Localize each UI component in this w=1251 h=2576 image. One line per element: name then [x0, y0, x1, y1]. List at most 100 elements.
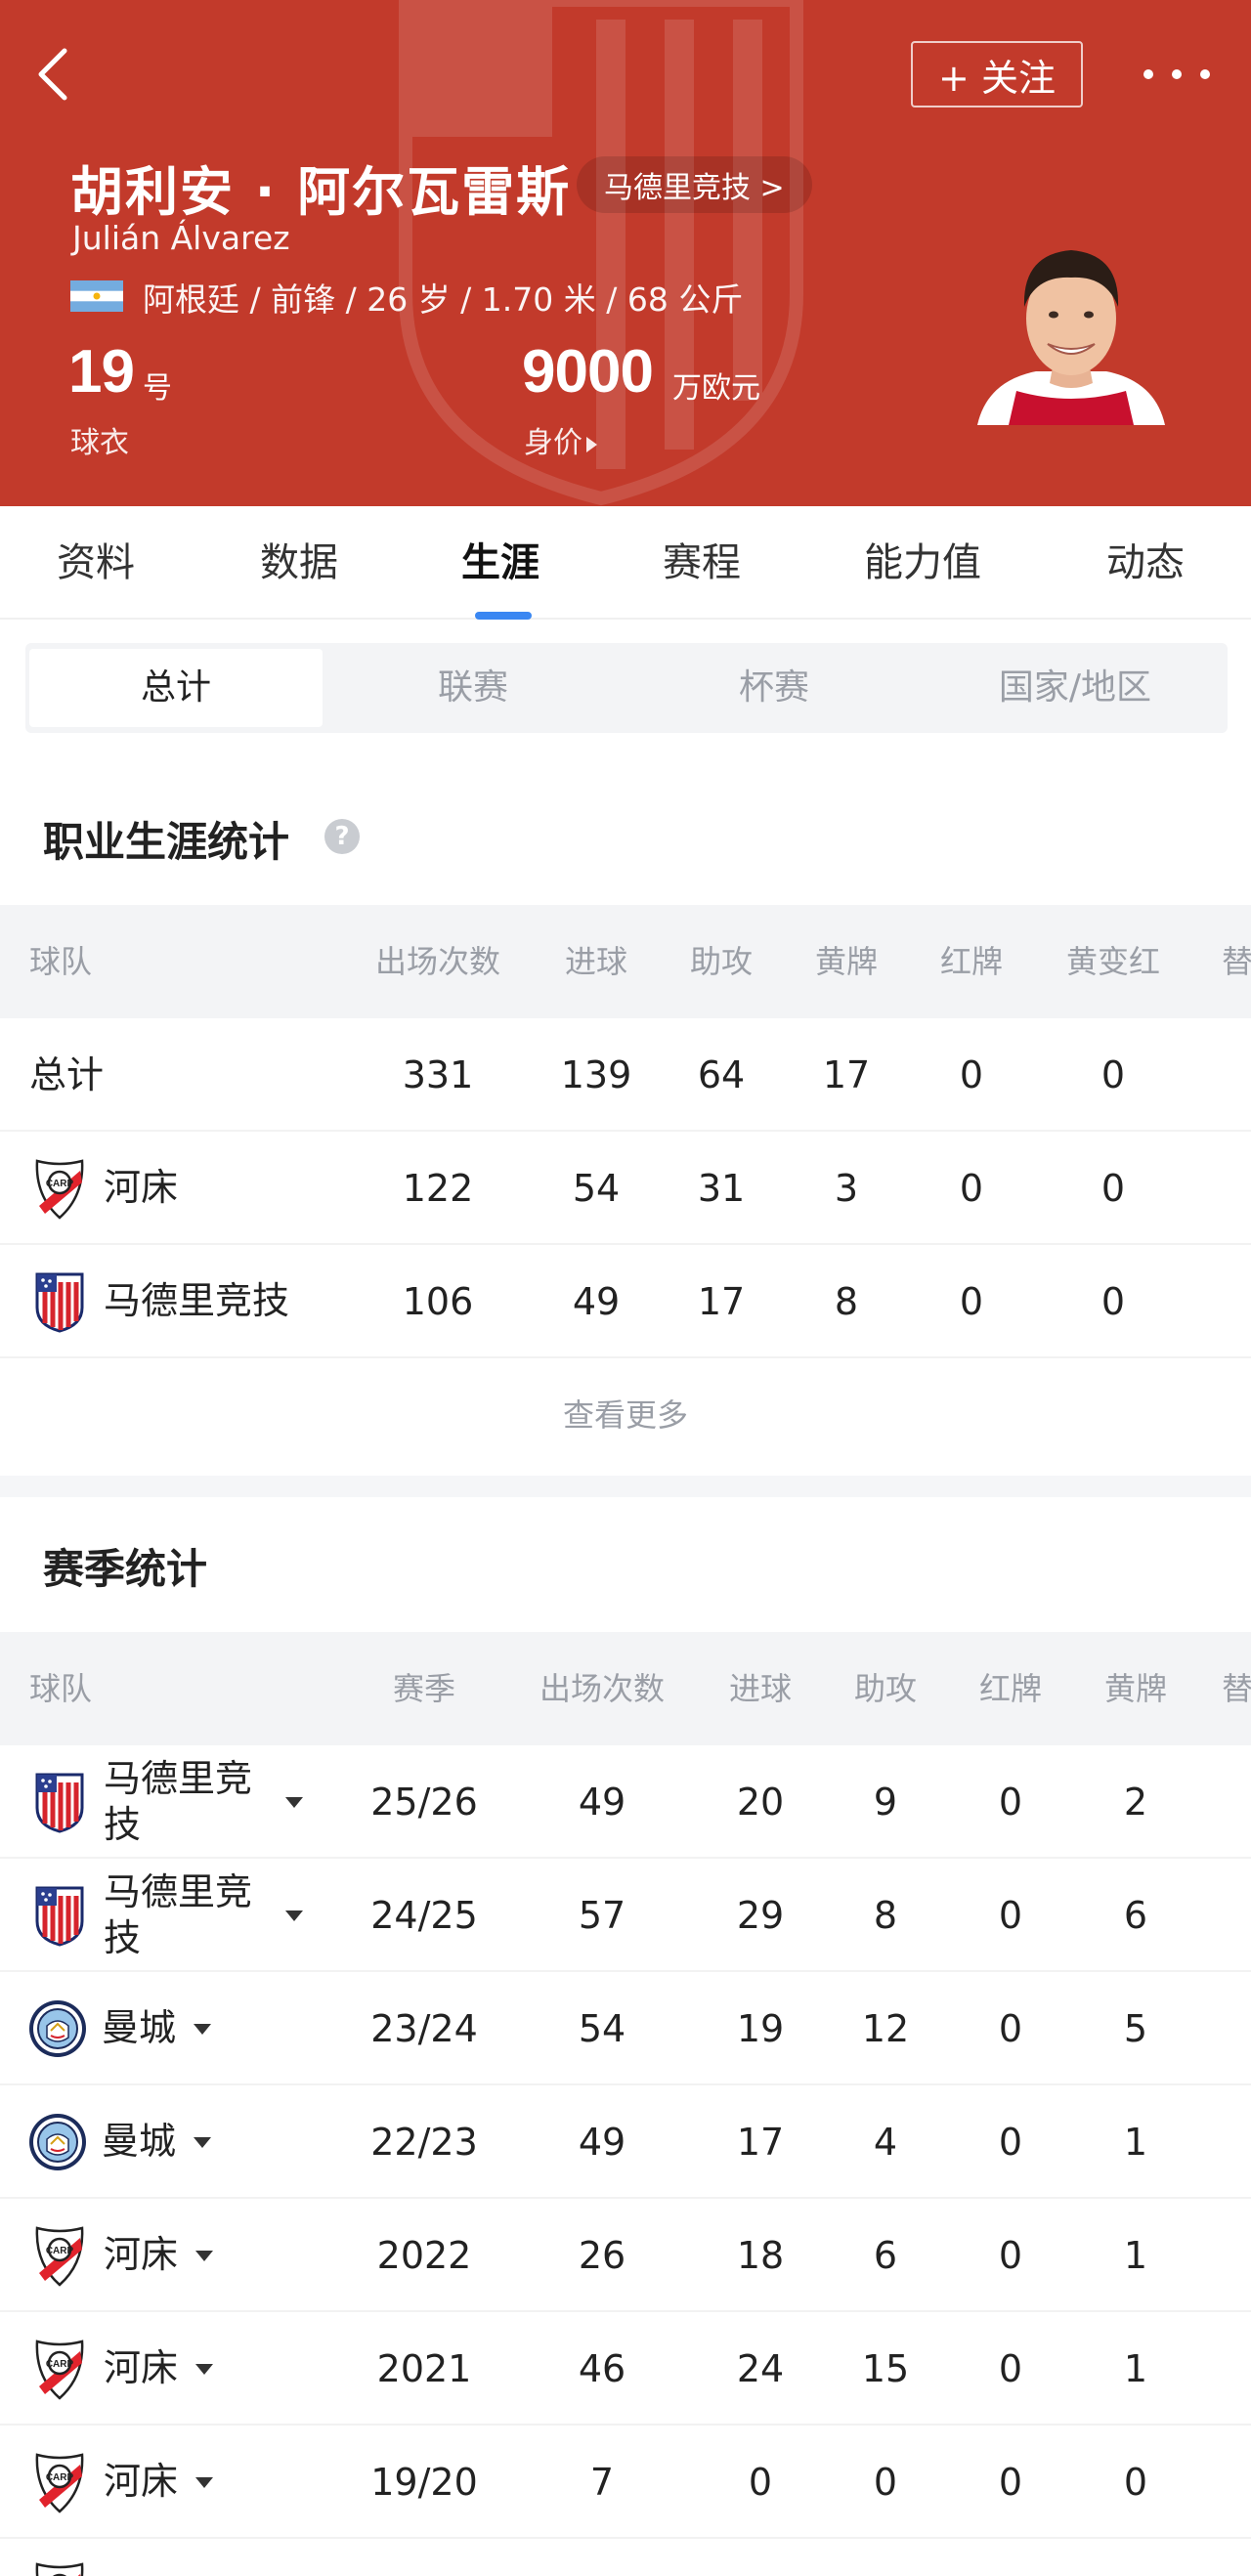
column-header: 红牌 — [978, 1670, 1042, 1707]
river-plate-badge-icon — [33, 1157, 86, 1220]
second-yellow-value: 0 — [1100, 1053, 1126, 1096]
subtab-total[interactable]: 总计 — [29, 649, 323, 727]
team-name: 总计 — [29, 1053, 105, 1096]
table-row[interactable]: 曼城 22/23 49 17 4 0 1 — [0, 2085, 1251, 2199]
yellow-cards-value: 17 — [822, 1053, 871, 1096]
career-stats-title: 职业生涯统计 — [43, 818, 290, 866]
season-value: 2021 — [376, 2347, 472, 2390]
caret-down-icon[interactable] — [285, 1910, 303, 1921]
see-more-link[interactable]: 查看更多 — [0, 1364, 1251, 1466]
table-row[interactable]: 河床 2021 46 24 15 0 1 — [0, 2312, 1251, 2426]
column-header: 红牌 — [939, 943, 1003, 980]
team-cell: 河床 — [33, 2312, 214, 2426]
subtab-cup[interactable]: 杯赛 — [627, 649, 921, 727]
red-cards-value: 0 — [998, 1781, 1023, 1824]
team-name: 曼城 — [102, 2120, 177, 2164]
caret-down-icon[interactable] — [194, 2023, 212, 2035]
column-header: 赛季 — [392, 1670, 455, 1707]
follow-button[interactable]: + 关注 — [911, 41, 1083, 107]
caret-right-icon — [586, 436, 597, 452]
yellow-cards-value: 5 — [1123, 2007, 1148, 2050]
table-row[interactable]: 河床 122 54 31 3 0 0 — [0, 1132, 1251, 1245]
column-header: 黄牌 — [814, 943, 878, 980]
red-cards-value: 0 — [998, 2234, 1023, 2277]
appearances-value: 7 — [589, 2461, 615, 2504]
goals-value: 17 — [736, 2121, 785, 2164]
tab-ratings[interactable]: 能力值 — [864, 506, 981, 620]
column-header: 黄变红 — [1065, 943, 1160, 980]
goals-value: 54 — [572, 1167, 621, 1210]
dot-icon — [1143, 69, 1153, 79]
table-row[interactable]: 曼城 23/24 54 19 12 0 5 — [0, 1972, 1251, 2085]
subtab-league[interactable]: 联赛 — [326, 649, 620, 727]
appearances-value: 122 — [402, 1167, 474, 1210]
table-row[interactable]: 河床 19/20 7 0 0 0 0 — [0, 2426, 1251, 2539]
club-link-chip[interactable]: 马德里竞技 > — [577, 156, 812, 213]
player-avatar — [977, 250, 1165, 425]
river-plate-badge-icon — [33, 2224, 86, 2287]
appearances-value: 106 — [402, 1280, 474, 1323]
table-row[interactable]: 马德里竞技 24/25 57 29 8 0 6 — [0, 1859, 1251, 1972]
table-row[interactable]: 河床 2022 26 18 6 0 1 — [0, 2199, 1251, 2312]
assists-value: 6 — [873, 2234, 898, 2277]
club-link-label: 马德里竞技 > — [604, 171, 785, 205]
player-latin-name: Julián Álvarez — [72, 219, 290, 257]
caret-down-icon[interactable] — [285, 1796, 303, 1808]
yellow-cards-value: 3 — [834, 1167, 859, 1210]
subtab-national[interactable]: 国家/地区 — [927, 649, 1224, 727]
market-value-label: 身价 — [524, 426, 582, 460]
red-cards-value: 0 — [998, 2007, 1023, 2050]
table-row[interactable]: 马德里竞技 25/26 49 20 9 0 2 — [0, 1745, 1251, 1859]
caret-down-icon[interactable] — [195, 2476, 214, 2488]
column-header: 出场次数 — [374, 943, 500, 980]
red-cards-value: 0 — [959, 1167, 984, 1210]
red-cards-value: 0 — [998, 1894, 1023, 1937]
appearances-value: 57 — [578, 1894, 626, 1937]
yellow-cards-value: 1 — [1123, 2121, 1148, 2164]
tab-career[interactable]: 生涯 — [461, 506, 539, 620]
yellow-cards-value: 1 — [1123, 2347, 1148, 2390]
season-value: 25/26 — [370, 1781, 478, 1824]
appearances-value: 49 — [578, 2121, 626, 2164]
assists-value: 31 — [697, 1167, 746, 1210]
team-cell: 曼城 — [27, 2085, 212, 2199]
team-cell: 马德里竞技 — [33, 1745, 303, 1859]
red-cards-value: 0 — [998, 2347, 1023, 2390]
caret-down-icon[interactable] — [194, 2136, 212, 2148]
second-yellow-value: 0 — [1100, 1167, 1126, 1210]
club-crest-watermark — [399, 0, 803, 506]
red-cards-value: 0 — [998, 2461, 1023, 2504]
column-header: 助攻 — [689, 943, 753, 980]
goals-value: 29 — [736, 1894, 785, 1937]
tab-data[interactable]: 数据 — [260, 506, 338, 620]
more-options-button[interactable] — [1143, 55, 1210, 94]
tab-schedule[interactable]: 赛程 — [663, 506, 741, 620]
goals-value: 139 — [560, 1053, 632, 1096]
assists-value: 4 — [873, 2121, 898, 2164]
yellow-cards-value: 6 — [1123, 1894, 1148, 1937]
column-header: 进球 — [728, 1670, 792, 1707]
tab-profile[interactable]: 资料 — [57, 506, 135, 620]
active-tab-indicator — [475, 612, 532, 620]
season-value: 19/20 — [370, 2461, 478, 2504]
section-divider — [0, 1476, 1251, 1497]
column-header: 替 — [1222, 1670, 1251, 1707]
tab-news[interactable]: 动态 — [1106, 506, 1185, 620]
team-cell: 河床 — [33, 2199, 214, 2312]
column-header: 替 — [1222, 943, 1251, 980]
column-header: 球队 — [29, 943, 93, 980]
table-row[interactable]: 马德里竞技 106 49 17 8 0 0 — [0, 1245, 1251, 1358]
help-icon[interactable]: ? — [324, 819, 360, 854]
chevron-left-icon — [38, 48, 67, 101]
appearances-value: 49 — [578, 1781, 626, 1824]
back-button[interactable] — [27, 43, 78, 106]
caret-down-icon[interactable] — [195, 2250, 214, 2261]
assists-value: 8 — [873, 1894, 898, 1937]
main-tab-bar: 资料 数据 生涯 赛程 能力值 动态 — [0, 506, 1251, 620]
season-value: 23/24 — [370, 2007, 478, 2050]
team-cell: 马德里竞技 — [33, 1859, 303, 1972]
argentina-flag-icon — [70, 280, 123, 312]
column-header: 助攻 — [853, 1670, 917, 1707]
caret-down-icon[interactable] — [195, 2363, 214, 2375]
market-value-link[interactable]: 身价 — [524, 418, 597, 461]
